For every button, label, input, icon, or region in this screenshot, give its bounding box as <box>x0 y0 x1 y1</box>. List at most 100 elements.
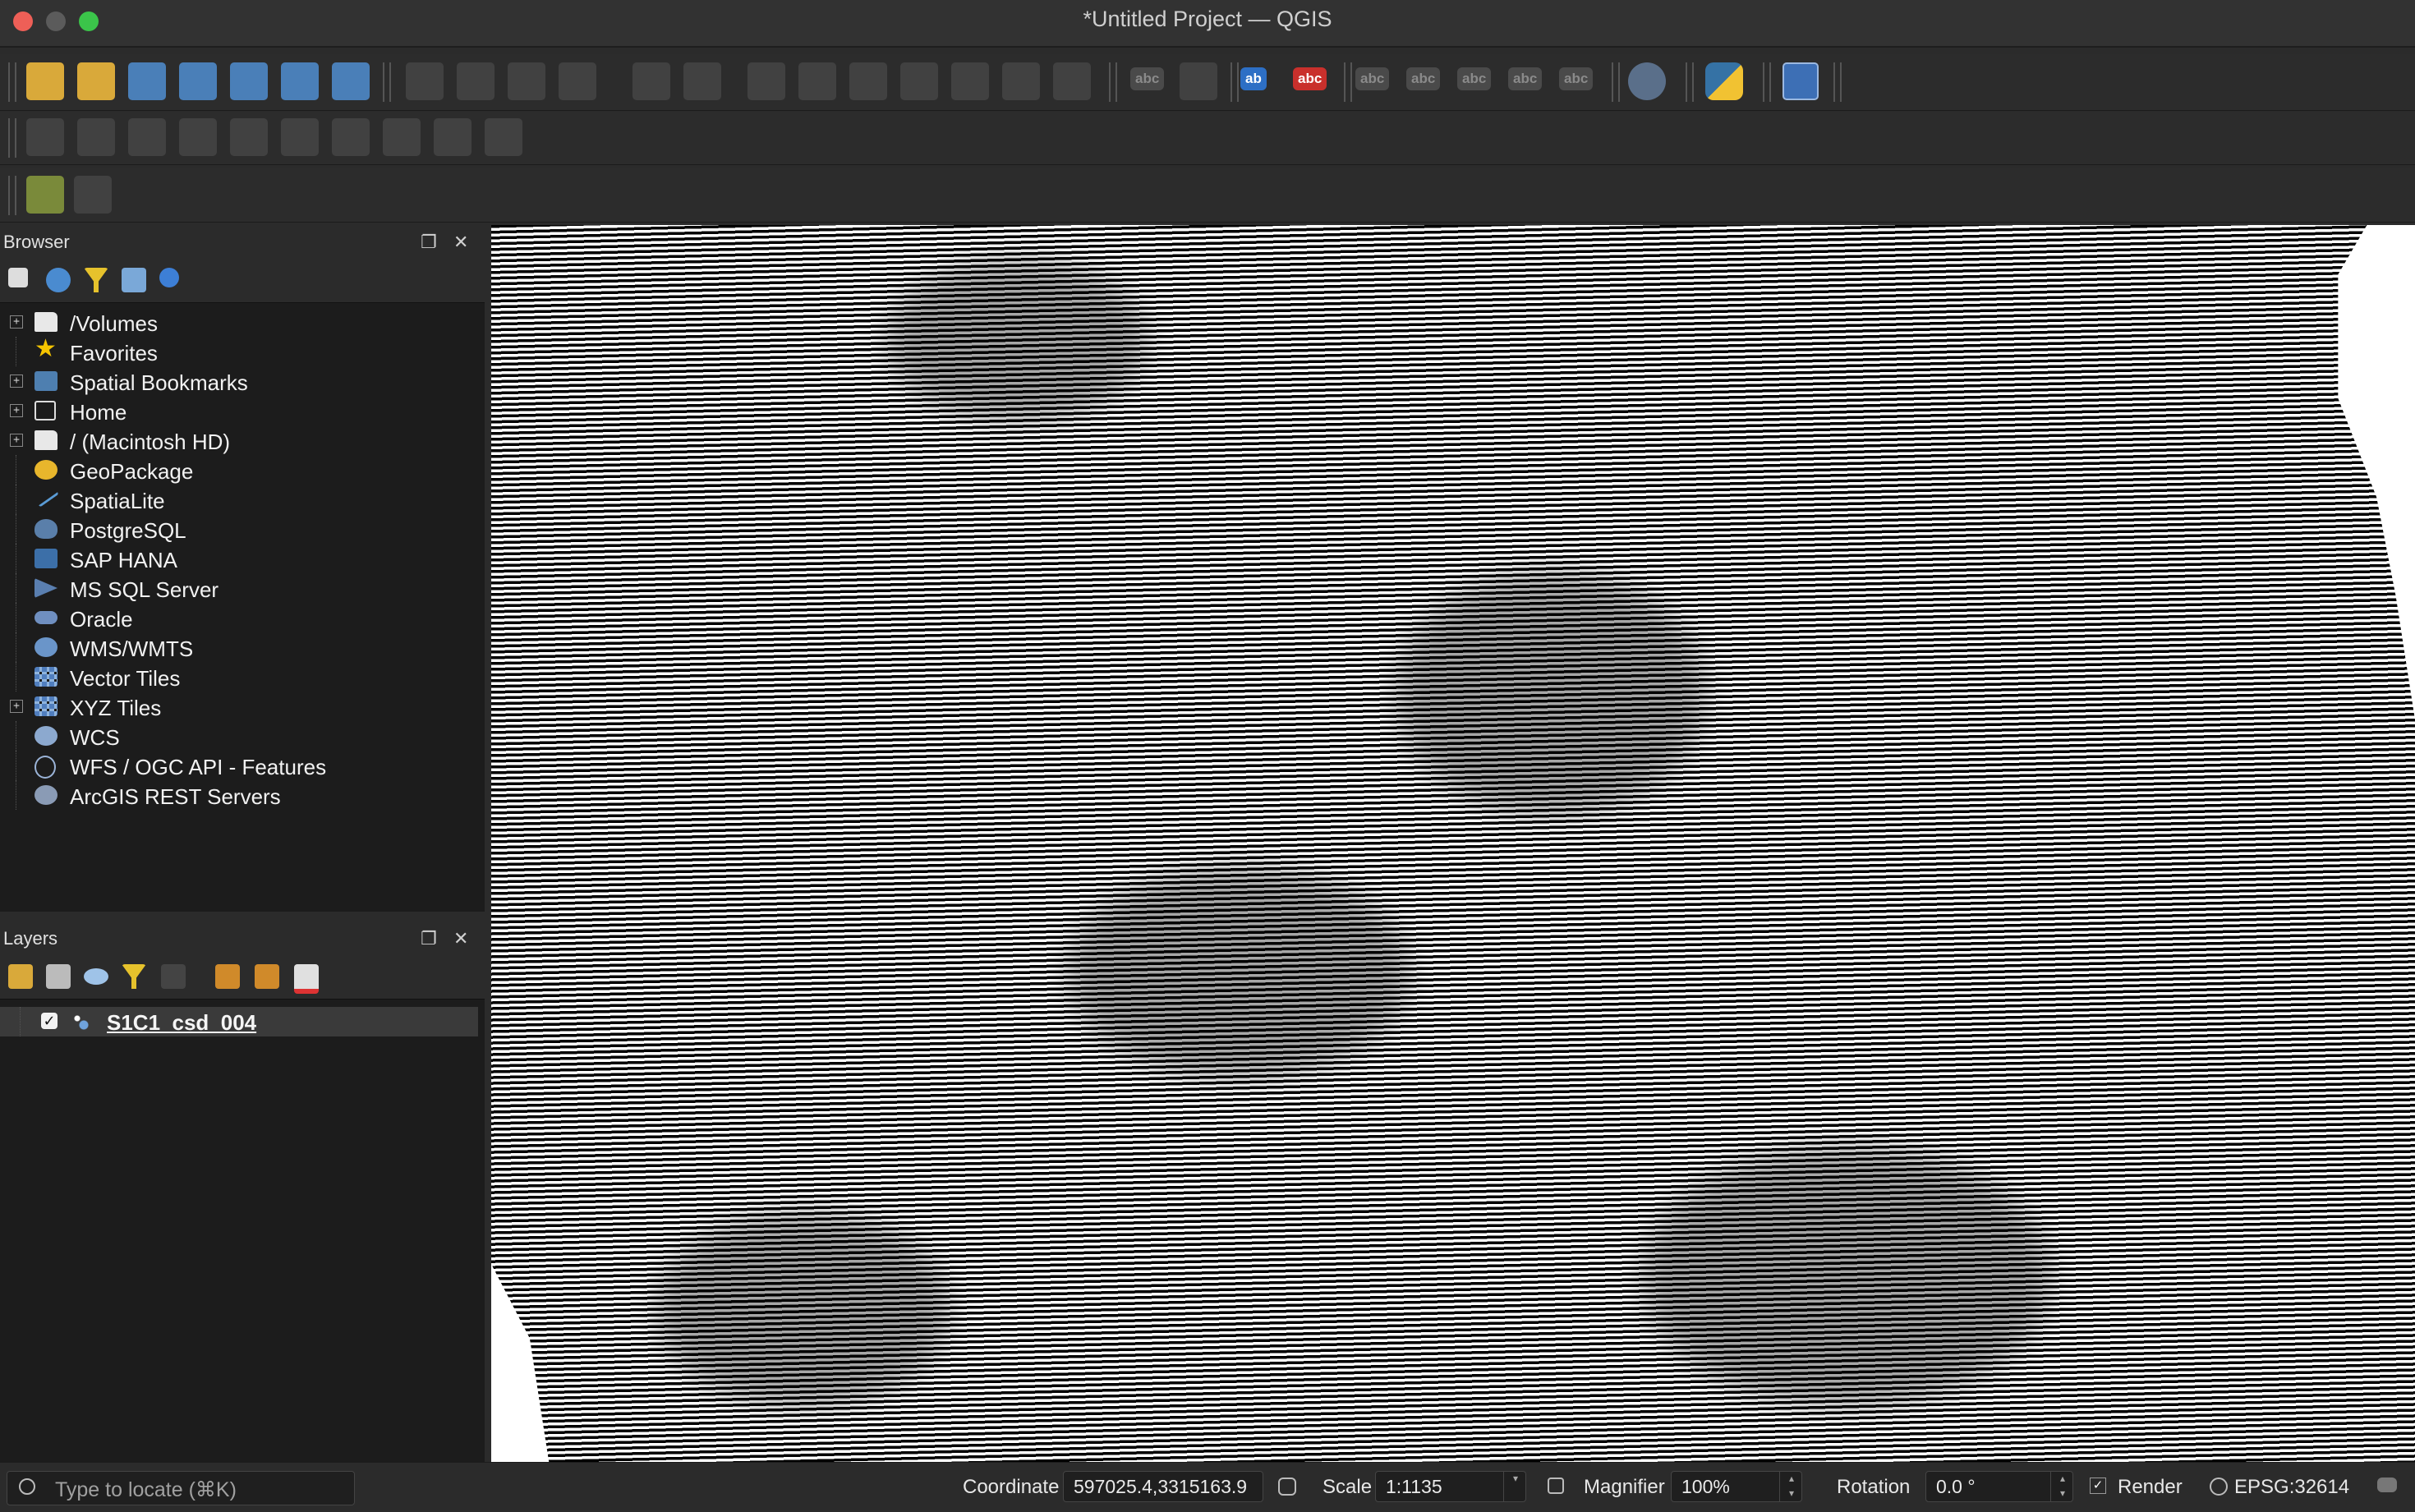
toolbar-grip[interactable] <box>1612 62 1620 102</box>
scale-dropdown-icon[interactable]: ▾ <box>1503 1471 1527 1502</box>
add-group-icon[interactable] <box>46 964 71 989</box>
remove-layer-icon[interactable] <box>294 964 319 994</box>
browser-item-wcs[interactable]: WCS <box>0 721 485 751</box>
crs-globe-icon[interactable] <box>2210 1478 2228 1496</box>
move-label-button[interactable]: abc <box>1457 67 1492 90</box>
toolbar-grip[interactable] <box>383 62 391 102</box>
browser-item-postgresql[interactable]: PostgreSQL <box>0 514 485 544</box>
gamma-up-icon[interactable] <box>434 118 472 156</box>
raster-stretch-icon[interactable] <box>179 118 217 156</box>
panel-splitter[interactable] <box>0 912 485 921</box>
browser-item-wms-wmts[interactable]: WMS/WMTS <box>0 632 485 662</box>
float-panel-icon[interactable]: ❐ <box>421 232 437 253</box>
collapse-all-icon[interactable] <box>255 964 279 989</box>
magnifier-stepper[interactable]: ▴ ▾ <box>1779 1471 1803 1502</box>
browser-item-sap-hana[interactable]: SAP HANA <box>0 544 485 573</box>
new-geopackage-layer-icon[interactable] <box>77 62 115 100</box>
save-edits-icon[interactable] <box>508 62 545 100</box>
raster-terrain-add-icon[interactable] <box>77 118 115 156</box>
browser-item-geopackage[interactable]: GeoPackage <box>0 455 485 485</box>
rotation-stepper[interactable]: ▴ ▾ <box>2050 1471 2074 1502</box>
raster-terrain-icon[interactable] <box>26 118 64 156</box>
browser-item-favorites[interactable]: ★ Favorites <box>0 337 485 366</box>
toolbar-grip[interactable] <box>8 118 16 158</box>
toolbar-grip[interactable] <box>1833 62 1842 102</box>
label-unplaced-button[interactable]: abc <box>1293 67 1327 90</box>
toolbar-grip[interactable] <box>8 176 16 215</box>
new-virtual-layer-icon[interactable] <box>281 62 319 100</box>
expand-icon[interactable]: + <box>10 375 23 388</box>
new-mesh-layer-icon[interactable] <box>332 62 370 100</box>
style-manager-icon[interactable] <box>8 964 33 989</box>
locator-search-input[interactable]: Type to locate (⌘K) <box>7 1471 355 1505</box>
contrast-down-icon[interactable] <box>383 118 421 156</box>
render-checkbox[interactable]: ✓ <box>2090 1478 2106 1494</box>
brightness-down-icon[interactable] <box>281 118 319 156</box>
rotate-label-button[interactable]: abc <box>1508 67 1543 90</box>
collapse-all-icon[interactable] <box>122 268 146 292</box>
current-edits-icon[interactable] <box>406 62 444 100</box>
lock-icon[interactable] <box>1548 1478 1564 1494</box>
crs-label[interactable]: EPSG:32614 <box>2234 1476 2349 1499</box>
redo-icon[interactable] <box>1053 62 1091 100</box>
float-panel-icon[interactable]: ❐ <box>421 928 437 949</box>
info-icon[interactable] <box>159 268 179 287</box>
refresh-icon[interactable] <box>46 268 71 292</box>
browser-item-macintosh-hd[interactable]: + / (Macintosh HD) <box>0 425 485 455</box>
toolbar-grip[interactable] <box>1230 62 1239 102</box>
diagram-tool-icon[interactable] <box>1180 62 1217 100</box>
digitize-shape-icon[interactable] <box>683 62 721 100</box>
filter-legend-icon[interactable] <box>122 964 146 989</box>
toolbar-grip[interactable] <box>1763 62 1771 102</box>
eye-icon[interactable] <box>84 968 108 985</box>
copy-features-icon[interactable] <box>900 62 938 100</box>
new-spatialite-layer-icon[interactable] <box>179 62 217 100</box>
toolbar-grip[interactable] <box>1686 62 1694 102</box>
browser-item-xyz-tiles[interactable]: + XYZ Tiles <box>0 692 485 721</box>
layer-row[interactable]: ✓ S1C1_csd_004 <box>0 1007 478 1036</box>
data-source-manager-icon[interactable] <box>26 62 64 100</box>
browser-item-arcgis-rest[interactable]: ArcGIS REST Servers <box>0 780 485 810</box>
help-icon[interactable] <box>1782 62 1819 100</box>
expand-icon[interactable]: + <box>10 700 23 713</box>
coordinate-field[interactable]: 597025.4,3315163.9 <box>1063 1471 1263 1502</box>
filter-icon[interactable] <box>84 268 108 292</box>
browser-item-mssql[interactable]: MS SQL Server <box>0 573 485 603</box>
close-panel-icon[interactable]: ✕ <box>453 232 468 253</box>
expand-icon[interactable]: + <box>10 434 23 447</box>
browser-item-oracle[interactable]: Oracle <box>0 603 485 632</box>
cut-features-icon[interactable] <box>849 62 887 100</box>
expand-icon[interactable]: + <box>10 315 23 329</box>
close-panel-icon[interactable]: ✕ <box>453 928 468 949</box>
raster-histogram-icon[interactable] <box>128 118 166 156</box>
new-shapefile-layer-icon[interactable] <box>128 62 166 100</box>
expand-icon[interactable]: + <box>10 404 23 417</box>
model-designer-icon[interactable] <box>74 176 112 214</box>
toolbar-grip[interactable] <box>1109 62 1117 102</box>
brightness-up-icon[interactable] <box>230 118 268 156</box>
pin-label-button[interactable]: abc <box>1355 67 1390 90</box>
show-hide-label-button[interactable]: abc <box>1406 67 1441 90</box>
browser-item-vector-tiles[interactable]: Vector Tiles <box>0 662 485 692</box>
browser-item-volumes[interactable]: + /Volumes <box>0 307 485 337</box>
modify-attributes-icon[interactable] <box>748 62 785 100</box>
processing-toolbox-icon[interactable] <box>26 176 64 214</box>
undo-icon[interactable] <box>1002 62 1040 100</box>
gamma-down-icon[interactable] <box>485 118 522 156</box>
browser-item-wfs[interactable]: WFS / OGC API - Features <box>0 751 485 780</box>
globe-plugin-icon[interactable] <box>1628 62 1666 100</box>
label-highlight-button[interactable]: ab <box>1240 67 1267 90</box>
toggle-editing-icon[interactable] <box>457 62 494 100</box>
new-temporary-layer-icon[interactable] <box>230 62 268 100</box>
change-label-button[interactable]: abc <box>1559 67 1594 90</box>
expand-all-icon[interactable] <box>215 964 240 989</box>
map-canvas[interactable] <box>491 225 2415 1462</box>
label-tool-button[interactable]: abc <box>1130 67 1165 90</box>
mouse-coordinate-toggle-icon[interactable] <box>1278 1478 1296 1496</box>
contrast-up-icon[interactable] <box>332 118 370 156</box>
filter-expression-icon[interactable] <box>161 964 186 989</box>
toolbar-grip[interactable] <box>8 62 16 102</box>
messages-icon[interactable] <box>2377 1478 2397 1492</box>
vertex-tool-icon[interactable] <box>632 62 670 100</box>
layer-visibility-checkbox[interactable]: ✓ <box>41 1013 58 1029</box>
